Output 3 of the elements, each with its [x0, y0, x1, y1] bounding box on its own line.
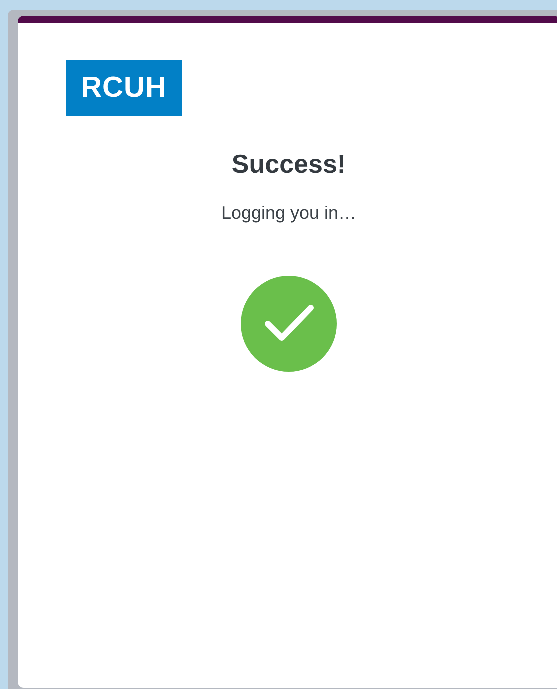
logo: RCUH: [66, 60, 182, 116]
status-message: Logging you in…: [221, 203, 357, 224]
success-title: Success!: [232, 149, 346, 180]
